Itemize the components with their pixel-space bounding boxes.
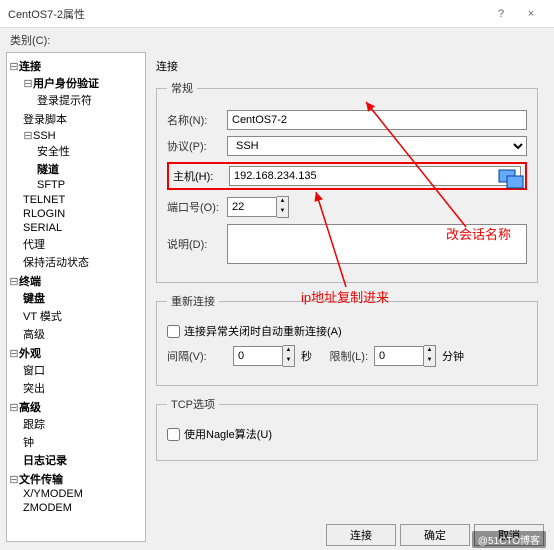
up-icon[interactable]: ▲ <box>283 346 294 356</box>
tree-security[interactable]: 安全性 <box>37 146 70 158</box>
reconnect-label: 连接异常关闭时自动重新连接(A) <box>184 323 342 339</box>
limit-label: 限制(L): <box>318 348 368 364</box>
dialog-footer: 连接 确定 取消 <box>0 524 554 546</box>
min-label: 分钟 <box>442 348 464 364</box>
sec-label: 秒 <box>301 348 312 364</box>
interval-label: 间隔(V): <box>167 348 227 364</box>
tree-vt[interactable]: VT 模式 <box>23 311 62 323</box>
tree-keyboard[interactable]: 键盘 <box>23 293 45 305</box>
tree-toggle[interactable]: ⊟ <box>9 347 19 360</box>
down-icon[interactable]: ▼ <box>283 356 294 366</box>
tree-bell[interactable]: 钟 <box>23 437 34 449</box>
host-label: 主机(H): <box>173 168 229 184</box>
tree-sftp[interactable]: SFTP <box>37 179 65 191</box>
tree-serial[interactable]: SERIAL <box>23 222 62 234</box>
tree-terminal[interactable]: 终端 <box>19 276 41 288</box>
tree-toggle[interactable]: ⊟ <box>23 77 33 90</box>
limit-input[interactable] <box>374 346 424 366</box>
desc-input[interactable] <box>227 224 527 264</box>
tree-ssh[interactable]: SSH <box>33 130 56 142</box>
tree-toggle[interactable]: ⊟ <box>9 473 19 486</box>
tree-telnet[interactable]: TELNET <box>23 194 65 206</box>
port-label: 端口号(O): <box>167 199 227 215</box>
content-pane: 连接 常规 名称(N): 协议(P): SSH 主机(H): 端口号(O): ▲… <box>146 52 548 542</box>
tree-toggle[interactable]: ⊟ <box>9 275 19 288</box>
window-title: CentOS7-2属性 <box>8 6 486 22</box>
tree-xymodem[interactable]: X/YMODEM <box>23 488 83 500</box>
up-icon[interactable]: ▲ <box>424 346 435 356</box>
tree-rlogin[interactable]: RLOGIN <box>23 208 65 220</box>
tree-logging[interactable]: 日志记录 <box>23 455 67 467</box>
port-up[interactable]: ▲ <box>277 197 288 207</box>
protocol-select[interactable]: SSH <box>227 136 527 156</box>
category-tree: ⊟连接 ⊟用户身份验证 登录提示符 登录脚本 ⊟SSH 安全性 隧道 SFTP … <box>6 52 146 542</box>
tree-appearance[interactable]: 外观 <box>19 348 41 360</box>
name-label: 名称(N): <box>167 112 227 128</box>
category-label: 类别(C): <box>0 28 554 52</box>
section-connection: 连接 <box>156 56 538 80</box>
close-button[interactable]: × <box>516 8 546 20</box>
general-legend: 常规 <box>167 80 197 96</box>
host-row-highlight: 主机(H): <box>167 162 527 190</box>
protocol-label: 协议(P): <box>167 138 227 154</box>
host-input[interactable] <box>229 166 521 186</box>
tree-toggle[interactable]: ⊟ <box>9 401 19 414</box>
tree-advanced2[interactable]: 高级 <box>19 402 41 414</box>
nagle-checkbox[interactable] <box>167 428 180 441</box>
ok-button[interactable]: 确定 <box>400 524 470 546</box>
tree-transfer[interactable]: 文件传输 <box>19 474 63 486</box>
tree-proxy[interactable]: 代理 <box>23 239 45 251</box>
desc-label: 说明(D): <box>167 236 227 252</box>
titlebar: CentOS7-2属性 ? × <box>0 0 554 28</box>
nagle-label: 使用Nagle算法(U) <box>184 426 272 442</box>
tree-keepalive[interactable]: 保持活动状态 <box>23 257 89 269</box>
tree-login-script[interactable]: 登录脚本 <box>23 114 67 126</box>
tree-trace[interactable]: 跟踪 <box>23 419 45 431</box>
reconnect-legend: 重新连接 <box>167 293 219 309</box>
tree-user-auth[interactable]: 用户身份验证 <box>33 78 99 90</box>
interval-input[interactable] <box>233 346 283 366</box>
tree-login-prompt[interactable]: 登录提示符 <box>37 95 92 107</box>
tcp-legend: TCP选项 <box>167 396 219 412</box>
tree-tunnel[interactable]: 隧道 <box>37 164 59 176</box>
tree-connection[interactable]: 连接 <box>19 61 41 73</box>
help-button[interactable]: ? <box>486 8 516 20</box>
tree-toggle[interactable]: ⊟ <box>23 129 33 142</box>
general-group: 常规 名称(N): 协议(P): SSH 主机(H): 端口号(O): ▲▼ <box>156 80 538 283</box>
port-input[interactable] <box>227 197 277 217</box>
tree-toggle[interactable]: ⊟ <box>9 60 19 73</box>
tree-highlight[interactable]: 突出 <box>23 383 45 395</box>
tree-zmodem[interactable]: ZMODEM <box>23 502 72 514</box>
tree-advanced[interactable]: 高级 <box>23 329 45 341</box>
name-input[interactable] <box>227 110 527 130</box>
tcp-group: TCP选项 使用Nagle算法(U) <box>156 396 538 461</box>
down-icon[interactable]: ▼ <box>424 356 435 366</box>
port-down[interactable]: ▼ <box>277 207 288 217</box>
computer-icon <box>497 168 525 192</box>
connect-button[interactable]: 连接 <box>326 524 396 546</box>
reconnect-group: 重新连接 连接异常关闭时自动重新连接(A) 间隔(V): ▲▼ 秒 限制(L):… <box>156 293 538 386</box>
watermark: @51CTO博客 <box>472 531 546 548</box>
tree-window[interactable]: 窗口 <box>23 365 45 377</box>
reconnect-checkbox[interactable] <box>167 325 180 338</box>
